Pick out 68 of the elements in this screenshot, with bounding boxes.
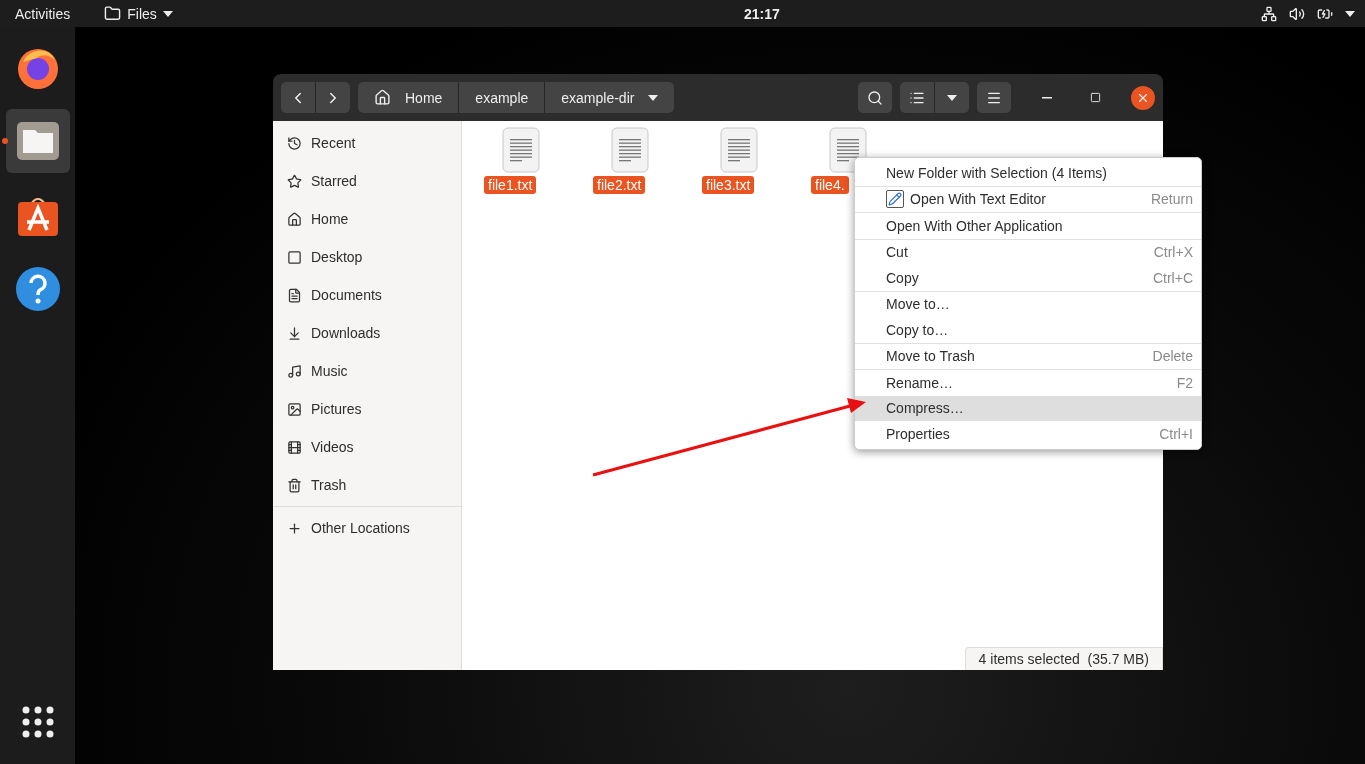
breadcrumb-button[interactable]: example xyxy=(459,82,545,113)
file-name[interactable]: file4. xyxy=(811,176,849,194)
menu-item[interactable]: Copy Ctrl+C xyxy=(855,265,1201,291)
film-icon xyxy=(287,439,302,455)
sidebar-item[interactable]: Starred xyxy=(273,162,461,200)
sidebar-item[interactable]: Home xyxy=(273,200,461,238)
menu-item[interactable]: Copy to… xyxy=(855,317,1201,343)
volume-icon[interactable] xyxy=(1289,5,1305,22)
sidebar-item[interactable]: Documents xyxy=(273,276,461,314)
sidebar-item[interactable]: Videos xyxy=(273,428,461,466)
text-file-icon xyxy=(501,127,540,173)
activities-button[interactable]: Activities xyxy=(15,5,71,22)
sidebar-item[interactable]: Recent xyxy=(273,124,461,162)
home-icon xyxy=(374,89,391,106)
sidebar-item[interactable]: Downloads xyxy=(273,314,461,352)
status-label: 4 items selected (35.7 MB) xyxy=(964,647,1163,670)
text-editor-icon xyxy=(886,190,904,209)
star-icon xyxy=(287,173,302,189)
sidebar-item[interactable]: Music xyxy=(273,352,461,390)
file-name[interactable]: file3.txt xyxy=(702,176,755,194)
sidebar-item[interactable]: Trash xyxy=(273,466,461,504)
list-view-button[interactable] xyxy=(900,82,934,113)
caret-icon[interactable] xyxy=(1345,10,1355,17)
app-grid-icon xyxy=(21,706,54,738)
app-menu[interactable]: Files xyxy=(104,5,173,22)
help-icon xyxy=(14,266,61,312)
view-options-button[interactable] xyxy=(935,82,969,113)
sidebar-item[interactable]: Pictures xyxy=(273,390,461,428)
maximize-icon xyxy=(1089,92,1101,103)
menu-item[interactable]: Properties Ctrl+I xyxy=(855,421,1201,447)
sidebar-item[interactable]: Other Locations xyxy=(273,509,461,547)
desktop-icon xyxy=(287,249,302,265)
download-icon xyxy=(287,325,302,341)
caret-icon xyxy=(648,94,659,101)
menu-item[interactable]: New Folder with Selection (4 Items) xyxy=(855,160,1201,186)
text-file-icon xyxy=(610,127,649,173)
recent-icon xyxy=(287,135,302,151)
running-indicator xyxy=(1,138,8,144)
plus-icon xyxy=(287,520,302,536)
folder-icon xyxy=(104,5,122,22)
picture-icon xyxy=(287,401,302,417)
trash-icon xyxy=(287,477,302,493)
breadcrumb-button[interactable]: example-dir xyxy=(545,82,675,113)
menu-item[interactable]: Compress… xyxy=(855,395,1201,421)
search-icon xyxy=(867,89,883,106)
dock-item[interactable] xyxy=(5,109,70,173)
menu-item[interactable]: Cut Ctrl+X xyxy=(855,239,1201,265)
menu-item[interactable]: Move to… xyxy=(855,291,1201,317)
music-icon xyxy=(287,363,302,379)
close-button[interactable] xyxy=(1131,85,1155,110)
text-file-icon xyxy=(719,127,758,173)
clock[interactable]: 21:17 xyxy=(654,5,780,22)
file-name[interactable]: file2.txt xyxy=(593,176,646,194)
home-icon xyxy=(287,211,302,227)
caret-icon xyxy=(947,94,957,101)
file-name[interactable]: file1.txt xyxy=(484,176,537,194)
document-icon xyxy=(287,287,302,303)
menu-item[interactable]: Open With Other Application xyxy=(855,213,1201,239)
menu-item[interactable]: Rename… F2 xyxy=(855,370,1201,396)
search-button[interactable] xyxy=(858,82,892,113)
network-icon[interactable] xyxy=(1261,5,1277,22)
minimize-icon xyxy=(1042,96,1052,99)
caret-icon xyxy=(162,10,173,17)
menu-item[interactable]: Open With Text Editor Return xyxy=(855,186,1201,212)
menu-item[interactable]: Move to Trash Delete xyxy=(855,343,1201,369)
sidebar-item[interactable]: Desktop xyxy=(273,238,461,276)
breadcrumb-button[interactable]: Home xyxy=(358,82,459,113)
menu-button[interactable] xyxy=(977,82,1011,113)
